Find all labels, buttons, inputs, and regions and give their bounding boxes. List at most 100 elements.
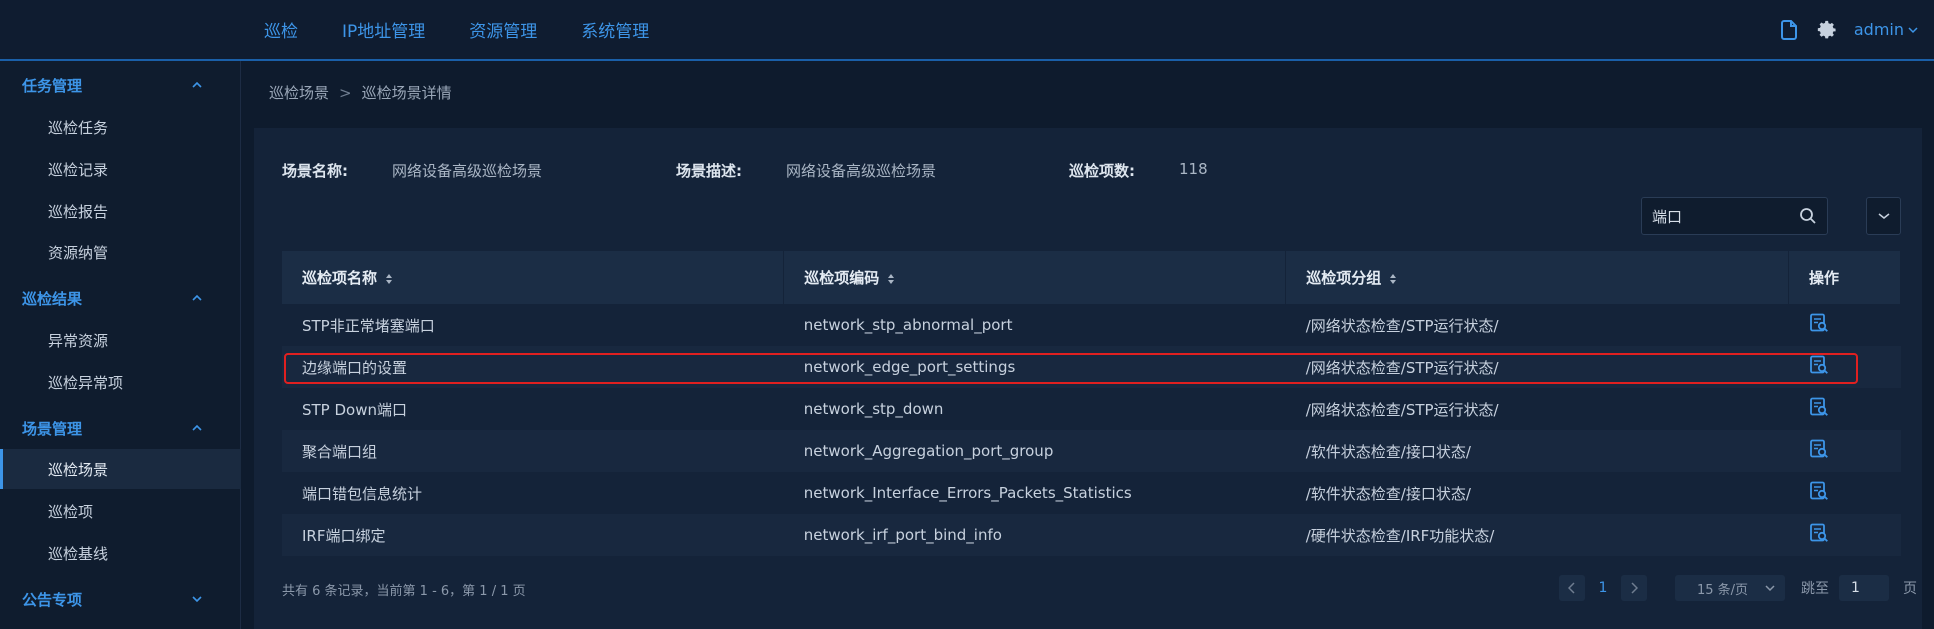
cell-actions	[1788, 346, 1901, 388]
sidebar-item-inspection-item[interactable]: 巡检项	[0, 491, 241, 531]
chevron-up-icon	[192, 424, 202, 431]
nav-item-resource-management[interactable]: 资源管理	[469, 17, 537, 42]
sidebar-item-label: 巡检记录	[48, 160, 109, 179]
nav-item-system-management[interactable]: 系统管理	[581, 17, 649, 42]
scene-name-value: 网络设备高级巡检场景	[392, 162, 543, 180]
cell-group: /软件状态检查/接口状态/	[1285, 472, 1789, 514]
next-page-button[interactable]	[1621, 575, 1647, 601]
sidebar-item-label: 巡检任务	[48, 118, 109, 137]
breadcrumb-root[interactable]: 巡检场景	[269, 82, 329, 103]
breadcrumb-current: 巡检场景详情	[361, 84, 452, 102]
column-header-name[interactable]: 巡检项名称	[282, 251, 785, 304]
sidebar-item-inspection-record[interactable]: 巡检记录	[0, 149, 241, 189]
nav-item-inspection[interactable]: 巡检	[264, 17, 298, 42]
cell-group: /网络状态检查/STP运行状态/	[1285, 346, 1789, 388]
chevron-down-icon	[1765, 584, 1775, 591]
page-size-value: 15 条/页	[1697, 582, 1749, 598]
column-header-label: 操作	[1809, 269, 1840, 287]
column-header-group[interactable]: 巡检项分组	[1285, 251, 1790, 304]
table-row: 边缘端口的设置 network_edge_port_settings/网络状态检查…	[282, 346, 1901, 388]
sidebar-group-task-management[interactable]: 任务管理	[0, 64, 241, 106]
item-count-label: 巡检项数:	[1069, 162, 1135, 180]
chevron-down-icon	[192, 596, 202, 603]
sidebar-group-label: 场景管理	[22, 419, 83, 438]
sidebar-item-inspection-scene[interactable]: 巡检场景	[0, 449, 241, 489]
cell-name: 端口错包信息统计	[282, 472, 784, 514]
scene-desc-label: 场景描述:	[676, 162, 742, 180]
cell-actions	[1788, 430, 1901, 472]
sidebar-group-label: 公告专项	[22, 590, 83, 609]
cell-group: /硬件状态检查/IRF功能状态/	[1285, 514, 1789, 556]
view-detail-icon[interactable]	[1809, 439, 1829, 459]
view-detail-icon[interactable]	[1809, 397, 1829, 417]
sidebar-item-inspection-task[interactable]: 巡检任务	[0, 107, 241, 147]
table-row: STP Down端口 network_stp_down/网络状态检查/STP运行状…	[282, 388, 1901, 430]
cell-actions	[1788, 514, 1901, 556]
search-input[interactable]: 端口	[1641, 197, 1828, 235]
cell-name: STP非正常堵塞端口	[282, 304, 784, 346]
table-row: IRF端口绑定 network_irf_port_bind_info/硬件状态检查…	[282, 514, 1901, 556]
sidebar-item-label: 异常资源	[48, 331, 109, 350]
page-number-1[interactable]: 1	[1585, 580, 1621, 596]
cell-actions	[1788, 472, 1901, 514]
cell-code: network_irf_port_bind_info	[783, 514, 1286, 556]
column-header-actions: 操作	[1788, 251, 1901, 304]
scene-desc-value: 网络设备高级巡检场景	[786, 162, 937, 180]
pagination-summary: 共有 6 条记录，当前第 1 - 6，第 1 / 1 页	[282, 584, 526, 599]
cell-code: network_stp_down	[783, 388, 1286, 430]
sidebar-item-label: 巡检项	[48, 502, 94, 521]
top-right-tools: admin	[1778, 0, 1918, 59]
column-header-label: 巡检项分组	[1306, 269, 1382, 287]
view-detail-icon[interactable]	[1809, 355, 1829, 375]
view-detail-icon[interactable]	[1809, 523, 1829, 543]
sort-icon[interactable]	[887, 273, 895, 285]
top-nav: 巡检 IP地址管理 资源管理 系统管理	[264, 0, 693, 59]
scene-detail-panel: 场景名称: 网络设备高级巡检场景 场景描述: 网络设备高级巡检场景 巡检项数: …	[254, 128, 1922, 629]
document-icon[interactable]	[1778, 19, 1800, 41]
prev-page-button[interactable]	[1559, 575, 1585, 601]
cell-group: /软件状态检查/接口状态/	[1285, 430, 1789, 472]
sidebar-item-label: 资源纳管	[48, 243, 109, 262]
gear-icon[interactable]	[1816, 19, 1838, 41]
goto-label: 跳至	[1801, 581, 1829, 597]
view-detail-icon[interactable]	[1809, 313, 1829, 333]
sidebar-group-inspection-results[interactable]: 巡检结果	[0, 277, 241, 319]
chevron-down-icon	[1908, 26, 1918, 33]
page-size-select[interactable]: 15 条/页	[1675, 575, 1785, 601]
chevron-up-icon	[192, 294, 202, 301]
chevron-right-icon	[1631, 582, 1638, 594]
sidebar-item-inspection-baseline[interactable]: 巡检基线	[0, 533, 241, 573]
table-header-row: 巡检项名称 巡检项编码 巡检项分组 操作	[282, 251, 1901, 304]
sidebar-group-announcement[interactable]: 公告专项	[0, 578, 241, 620]
filter-dropdown-button[interactable]	[1866, 197, 1901, 235]
sort-icon[interactable]	[385, 273, 393, 285]
cell-code: network_stp_abnormal_port	[783, 304, 1286, 346]
column-header-code[interactable]: 巡检项编码	[783, 251, 1287, 304]
item-count-value: 118	[1179, 160, 1208, 178]
sidebar-group-scene-management[interactable]: 场景管理	[0, 407, 241, 449]
sidebar: 任务管理 巡检任务 巡检记录 巡检报告 资源纳管 巡检结果 异常资源 巡检异常项…	[0, 61, 241, 629]
pagination: 1 15 条/页 跳至 1 页	[1559, 575, 1917, 601]
user-menu[interactable]: admin	[1854, 20, 1918, 39]
sort-icon[interactable]	[1389, 273, 1397, 285]
column-header-label: 巡检项编码	[804, 269, 880, 287]
sidebar-item-abnormal-resources[interactable]: 异常资源	[0, 320, 241, 360]
cell-actions	[1788, 388, 1901, 430]
page-suffix: 页	[1903, 581, 1917, 597]
table-row: STP非正常堵塞端口 network_stp_abnormal_port/网络状态…	[282, 304, 1901, 346]
scene-desc-field: 场景描述: 网络设备高级巡检场景	[676, 160, 936, 181]
breadcrumb: 巡检场景 > 巡检场景详情	[269, 82, 452, 103]
inspection-items-table: 巡检项名称 巡检项编码 巡检项分组 操作 STP非正常堵塞端口 network_s…	[282, 251, 1901, 556]
goto-page-value: 1	[1851, 580, 1860, 596]
search-icon[interactable]	[1799, 207, 1817, 225]
sidebar-item-label: 巡检异常项	[48, 373, 124, 392]
sidebar-item-inspection-exceptions[interactable]: 巡检异常项	[0, 362, 241, 402]
sidebar-item-label: 巡检场景	[48, 460, 109, 479]
sidebar-item-inspection-report[interactable]: 巡检报告	[0, 191, 241, 231]
cell-code: network_Aggregation_port_group	[783, 430, 1286, 472]
nav-item-ip-management[interactable]: IP地址管理	[342, 17, 425, 42]
sidebar-item-resource-onboarding[interactable]: 资源纳管	[0, 232, 241, 272]
goto-page-input[interactable]: 1	[1839, 575, 1889, 601]
table-row: 端口错包信息统计 network_Interface_Errors_Packets…	[282, 472, 1901, 514]
view-detail-icon[interactable]	[1809, 481, 1829, 501]
